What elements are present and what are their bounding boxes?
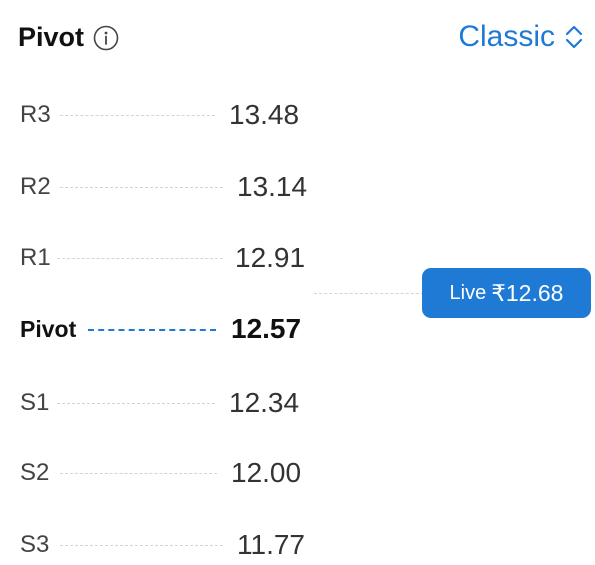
level-label: R2 — [20, 173, 51, 200]
level-dashed-line — [60, 473, 217, 474]
live-label: Live — [449, 281, 487, 304]
level-dashed-line — [60, 187, 223, 188]
pivot-type-label: Classic — [458, 20, 555, 53]
level-label: S2 — [20, 459, 50, 486]
level-label: R1 — [20, 244, 51, 271]
level-value: 12.00 — [231, 457, 302, 488]
live-price-dashed-line — [314, 293, 424, 294]
level-row-r1: R1 12.91 — [0, 238, 330, 278]
level-value: 12.34 — [229, 387, 300, 418]
level-row-r3: R3 13.48 — [0, 95, 330, 135]
pivot-header: Pivot — [18, 22, 119, 53]
level-dashed-line — [60, 115, 215, 116]
level-dashed-line — [60, 545, 223, 546]
info-icon[interactable] — [93, 25, 119, 51]
pivot-type-selector[interactable]: Classic — [458, 20, 583, 54]
level-value: 11.77 — [237, 529, 305, 560]
level-row-pivot: Pivot 12.57 — [0, 309, 330, 349]
live-price-badge: Live ₹12.68 — [422, 268, 591, 318]
page-title: Pivot — [18, 22, 85, 52]
level-label: S1 — [20, 389, 50, 416]
level-label: Pivot — [20, 316, 77, 342]
chevron-up-down-icon — [565, 25, 583, 49]
level-value: 13.14 — [237, 171, 308, 202]
level-row-s3: S3 11.77 — [0, 525, 330, 565]
level-value: 13.48 — [229, 99, 300, 130]
level-row-s1: S1 12.34 — [0, 383, 330, 423]
live-price: ₹12.68 — [491, 279, 564, 306]
level-row-r2: R2 13.14 — [0, 167, 330, 207]
pivot-dashed-line — [88, 329, 216, 331]
level-dashed-line — [57, 258, 223, 259]
level-value: 12.57 — [231, 313, 302, 344]
level-value: 12.91 — [235, 242, 306, 273]
level-label: S3 — [20, 531, 50, 558]
level-row-s2: S2 12.00 — [0, 453, 330, 493]
level-label: R3 — [20, 101, 51, 128]
level-dashed-line — [57, 403, 215, 404]
